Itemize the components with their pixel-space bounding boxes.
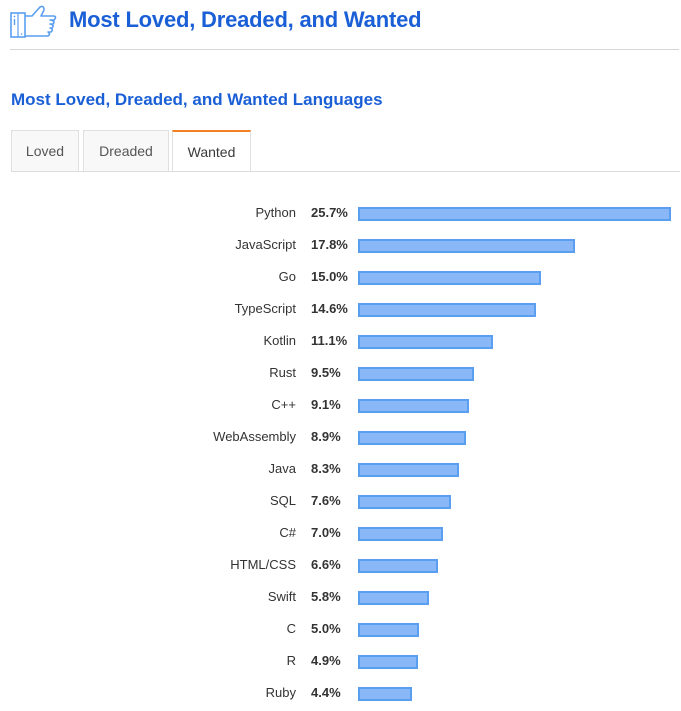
category-label: TypeScript [234,301,296,316]
category-label: SQL [269,493,296,508]
tab-loved[interactable]: Loved [11,130,79,171]
bar-row: Kotlin 11.1% [0,323,681,355]
value-label: 7.0% [311,525,341,540]
header-divider [10,49,679,50]
category-label: Java [268,461,296,476]
tab-dreaded[interactable]: Dreaded [83,130,169,171]
category-label: Kotlin [263,333,296,348]
tab-bar: Loved Dreaded Wanted [11,130,680,172]
category-label: Go [278,269,296,284]
bar-row: Ruby 4.4% [0,675,681,707]
value-label: 14.6% [311,301,348,316]
bar [358,207,671,221]
category-label: Ruby [265,685,296,700]
category-label: C++ [271,397,296,412]
category-label: Swift [267,589,296,604]
bar [358,687,412,701]
bar-row: Rust 9.5% [0,355,681,387]
section-title: Most Loved, Dreaded, and Wanted Language… [11,90,383,109]
bar [358,623,419,637]
bar-row: HTML/CSS 6.6% [0,547,681,579]
bar-row: JavaScript 17.8% [0,227,681,259]
bar [358,559,438,573]
bar-row: C++ 9.1% [0,387,681,419]
value-label: 5.0% [311,621,341,636]
bar [358,399,469,413]
bar-row: Python 25.7% [0,195,681,227]
page-header: Most Loved, Dreaded, and Wanted [0,0,681,50]
category-label: JavaScript [235,237,296,252]
bar [358,495,451,509]
category-label: Python [255,205,296,220]
tab-bar-divider [11,171,680,172]
bar [358,335,493,349]
value-label: 6.6% [311,557,341,572]
thumbs-up-icon [10,5,57,38]
category-label: R [286,653,296,668]
value-label: 17.8% [311,237,348,252]
bar-row: TypeScript 14.6% [0,291,681,323]
bar [358,655,418,669]
value-label: 5.8% [311,589,341,604]
bar-row: R 4.9% [0,643,681,675]
value-label: 4.9% [311,653,341,668]
bar [358,303,536,317]
category-label: HTML/CSS [230,557,296,572]
bar [358,463,459,477]
bar [358,239,575,253]
value-label: 15.0% [311,269,348,284]
page-title: Most Loved, Dreaded, and Wanted [69,7,422,32]
bar [358,591,429,605]
category-label: WebAssembly [213,429,296,444]
bar [358,527,443,541]
bar-row: Java 8.3% [0,451,681,483]
bar-row: WebAssembly 8.9% [0,419,681,451]
value-label: 7.6% [311,493,341,508]
bar-row: C# 7.0% [0,515,681,547]
value-label: 8.3% [311,461,341,476]
tab-wanted[interactable]: Wanted [172,130,251,172]
category-label: C# [279,525,296,540]
value-label: 9.1% [311,397,341,412]
value-label: 8.9% [311,429,341,444]
category-label: Rust [269,365,296,380]
value-label: 4.4% [311,685,341,700]
bar [358,431,466,445]
bar-row: SQL 7.6% [0,483,681,515]
bar [358,367,474,381]
wanted-languages-chart: Python 25.7% JavaScript 17.8% Go 15.0% TypeScr… [0,195,681,708]
value-label: 9.5% [311,365,341,380]
bar-row: Swift 5.8% [0,579,681,611]
bar-row: Go 15.0% [0,259,681,291]
category-label: C [286,621,296,636]
value-label: 11.1% [311,333,348,348]
value-label: 25.7% [311,205,348,220]
bar-row: C 5.0% [0,611,681,643]
bar [358,271,541,285]
